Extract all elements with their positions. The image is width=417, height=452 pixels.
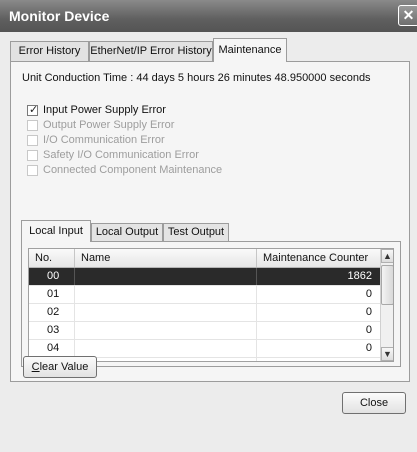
checkbox-box (27, 135, 38, 146)
unit-conduction-label: Unit Conduction Time : (22, 72, 134, 84)
cell-no: 02 (29, 304, 75, 321)
tab-ethernet-ip-error-history[interactable]: EtherNet/IP Error History (89, 41, 213, 61)
monitor-device-window: Monitor Device ✕ Error History EtherNet/… (0, 0, 417, 452)
maintenance-counter-table[interactable]: No. Name Maintenance Counter 00 1862 01 0 02… (28, 248, 394, 362)
scroll-down-icon[interactable]: ▼ (381, 347, 393, 361)
checkbox-label: Safety I/O Communication Error (43, 149, 199, 161)
title-bar[interactable]: Monitor Device ✕ (0, 0, 417, 32)
cell-no: 03 (29, 322, 75, 339)
clear-value-button[interactable]: Clear Value (23, 356, 97, 378)
tab-test-output[interactable]: Test Output (163, 223, 229, 241)
table-row[interactable]: 02 0 (29, 304, 380, 322)
table-row[interactable]: 00 1862 (29, 268, 380, 286)
cell-maintenance-counter: 0 (257, 358, 380, 361)
cell-maintenance-counter: 0 (365, 342, 372, 354)
dialog-body: Error History EtherNet/IP Error History … (3, 32, 417, 452)
cell-name (75, 358, 257, 361)
cell-name (75, 268, 257, 285)
checkmark-icon: ✓ (29, 104, 39, 116)
scrollbar-thumb[interactable] (381, 265, 393, 305)
cell-maintenance-counter: 0 (365, 288, 372, 300)
tab-error-history[interactable]: Error History (10, 41, 89, 61)
unit-conduction-time: Unit Conduction Time : 44 days 5 hours 2… (22, 72, 371, 84)
cell-no: 04 (29, 340, 75, 357)
scroll-up-icon[interactable]: ▲ (381, 249, 393, 263)
table-row[interactable]: 01 0 (29, 286, 380, 304)
column-header-name[interactable]: Name (75, 249, 257, 267)
checkbox-label: Output Power Supply Error (43, 119, 175, 131)
tab-local-output[interactable]: Local Output (91, 223, 163, 241)
vertical-scrollbar[interactable]: ▲ ▼ (380, 249, 393, 361)
table-row[interactable]: 03 0 (29, 322, 380, 340)
cell-maintenance-counter: 1862 (347, 270, 372, 282)
cell-name (75, 304, 257, 321)
cell-no: 00 (29, 268, 75, 285)
cell-no: 01 (29, 286, 75, 303)
checkbox-box (27, 150, 38, 161)
checkbox-label: Connected Component Maintenance (43, 164, 223, 176)
cell-maintenance-counter: 0 (365, 324, 372, 336)
cell-maintenance-counter: 0 (365, 306, 372, 318)
tab-maintenance[interactable]: Maintenance (213, 38, 287, 62)
cell-name (75, 286, 257, 303)
tab-local-input[interactable]: Local Input (21, 220, 91, 242)
checkbox-label: Input Power Supply Error (43, 104, 166, 116)
maintenance-panel: Unit Conduction Time : 44 days 5 hours 2… (10, 61, 410, 382)
cell-name (75, 340, 257, 357)
close-icon[interactable]: ✕ (398, 5, 417, 26)
checkbox-box (27, 165, 38, 176)
unit-conduction-value: 44 days 5 hours 26 minutes 48.950000 sec… (136, 72, 371, 84)
checkbox-box[interactable]: ✓ (27, 104, 39, 116)
cell-name (75, 322, 257, 339)
window-title: Monitor Device (9, 8, 110, 24)
checkbox-label: I/O Communication Error (43, 134, 165, 146)
close-button[interactable]: Close (342, 392, 406, 414)
checkbox-box (27, 120, 38, 131)
column-header-no[interactable]: No. (29, 249, 75, 267)
table-header: No. Name Maintenance Counter (29, 249, 380, 268)
local-input-panel: No. Name Maintenance Counter 00 1862 01 0 02… (21, 241, 401, 367)
column-header-maintenance-counter[interactable]: Maintenance Counter (257, 249, 380, 267)
